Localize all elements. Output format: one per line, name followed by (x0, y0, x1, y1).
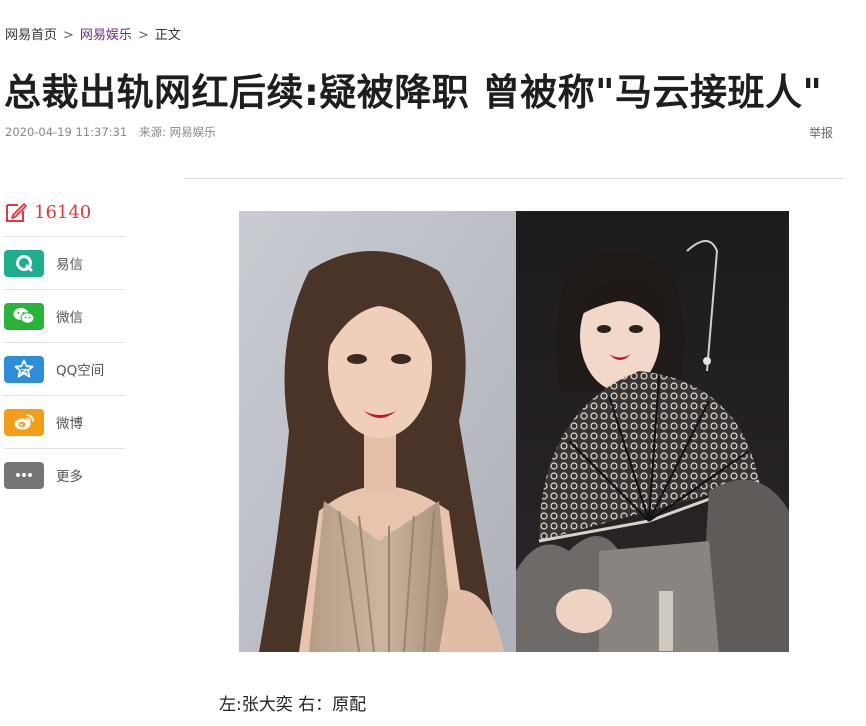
share-wechat-label: 微信 (56, 310, 83, 326)
wechat-icon (4, 302, 44, 330)
content-divider (184, 178, 844, 179)
report-link[interactable]: 举报 (809, 124, 833, 141)
source-link[interactable]: 网易娱乐 (170, 125, 216, 139)
breadcrumb-separator: > (63, 28, 74, 43)
breadcrumb-current: 正文 (154, 28, 181, 43)
more-icon (4, 461, 44, 489)
share-wechat-button[interactable]: 微信 (4, 290, 125, 343)
article-title: 总裁出轨网红后续:疑被降职 曾被称"马云接班人" (4, 71, 823, 114)
qzone-icon (4, 355, 44, 383)
comment-count-button[interactable]: 16140 (4, 194, 125, 237)
photo-caption: 左:张大奕 右：原配 (219, 695, 367, 715)
left-portrait (239, 211, 516, 652)
share-qzone-button[interactable]: QQ空间 (4, 343, 125, 396)
comment-count: 16140 (34, 201, 92, 223)
article-photo (239, 211, 789, 652)
edit-comment-icon (6, 203, 27, 222)
share-weibo-button[interactable]: 微博 (4, 396, 125, 449)
article-datetime: 2020-04-19 11:37:31 (5, 125, 128, 139)
yixin-icon (4, 249, 44, 277)
weibo-icon (4, 408, 44, 436)
share-weibo-label: 微博 (56, 416, 83, 432)
share-more-button[interactable]: 更多 (4, 449, 125, 501)
article-meta: 2020-04-19 11:37:31 来源: 网易娱乐 (5, 124, 216, 140)
share-sidebar: 16140 易信 微信 QQ空间 微博 更多 (4, 194, 125, 501)
breadcrumb: 网易首页 > 网易娱乐 > 正文 (5, 24, 181, 43)
right-portrait (516, 211, 789, 652)
share-yixin-button[interactable]: 易信 (4, 237, 125, 290)
breadcrumb-separator: > (137, 28, 149, 43)
share-more-label: 更多 (56, 469, 83, 485)
breadcrumb-section-link[interactable]: 网易娱乐 (80, 28, 132, 43)
source-label: 来源: (139, 125, 167, 139)
breadcrumb-home-link[interactable]: 网易首页 (5, 28, 57, 43)
share-yixin-label: 易信 (56, 257, 83, 273)
share-qzone-label: QQ空间 (56, 363, 105, 379)
